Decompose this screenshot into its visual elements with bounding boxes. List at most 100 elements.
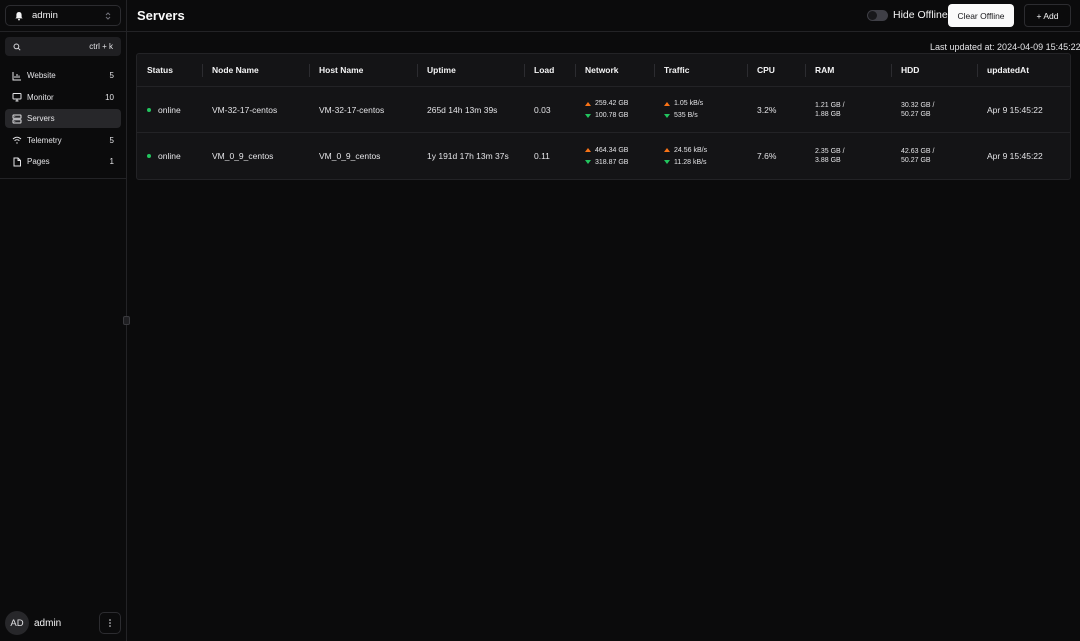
column-separator [202,64,203,77]
traffic-download: 11.28 kB/s [664,159,707,166]
uptime-cell: 265d 14h 13m 39s [427,104,498,115]
sidebar-item-count: 5 [109,71,114,80]
hdd-used: 30.32 GB / [901,101,935,109]
table-header-row: Status Node Name Host Name Uptime Load N… [137,54,1070,87]
traffic-download: 535 B/s [664,112,703,119]
more-options-button[interactable] [99,612,121,634]
ram-cell: 1.21 GB / 1.88 GB [815,87,845,132]
sidebar-item-label: Servers [27,114,55,123]
sidebar-item-count: 5 [109,135,114,145]
wifi-icon [12,136,22,144]
sidebar-nav: Website 5 Monitor 10 Servers Telemetry 5… [5,66,121,174]
hdd-cell: 30.32 GB / 50.27 GB [901,87,934,132]
cpu-cell: 7.6% [757,151,777,161]
sidebar-item-label: Telemetry [27,135,62,145]
network-cell: 464.34 GB 318.87 GB [585,133,628,179]
column-header-status[interactable]: Status [147,54,173,86]
column-separator [747,64,748,77]
column-header-uptime[interactable]: Uptime [427,54,456,86]
network-download: 318.87 GB [585,159,628,166]
sidebar-item-telemetry[interactable]: Telemetry 5 [5,131,121,150]
hdd-used: 42.63 GB / [901,148,935,155]
add-server-button[interactable]: + Add [1024,4,1071,27]
ram-total: 3.88 GB [815,157,841,164]
column-header-load[interactable]: Load [534,54,554,86]
column-header-ram[interactable]: RAM [815,54,834,86]
clear-offline-button[interactable]: Clear Offline [948,4,1014,27]
sidebar-item-count: 1 [109,157,114,166]
cpu-cell: 3.2% [757,104,777,115]
bell-icon [15,11,23,20]
node-name-cell: VM_0_9_centos [212,151,274,161]
page-title: Servers [137,8,185,23]
more-vertical-icon [109,619,111,627]
uptime-cell: 1y 191d 17h 13m 37s [427,151,509,161]
column-separator [524,64,525,77]
column-separator [654,64,655,77]
network-cell: 259.42 GB 100.78 GB [585,87,628,132]
status-cell: online [147,87,181,132]
table-row[interactable]: online VM-32-17-centos VM-32-17-centos 2… [137,87,1070,133]
ram-cell: 2.35 GB / 3.88 GB [815,133,845,179]
column-header-cpu[interactable]: CPU [757,54,775,86]
sidebar-item-label: Monitor [27,92,54,102]
servers-table: Status Node Name Host Name Uptime Load N… [136,53,1071,180]
server-icon [12,114,22,123]
column-header-traffic[interactable]: Traffic [664,54,690,86]
workspace-name: admin [32,10,58,21]
sidebar-resize-handle[interactable] [123,316,130,325]
column-header-hdd[interactable]: HDD [901,54,919,86]
file-icon [13,157,21,166]
status-text: online [158,151,181,161]
column-separator [309,64,310,77]
search-box[interactable]: ctrl + k [5,37,121,56]
sidebar-item-label: Pages [27,157,50,166]
sidebar: admin ctrl + k Website 5 Monitor 10 Serv… [0,0,127,641]
load-cell: 0.11 [534,151,550,161]
sidebar-item-website[interactable]: Website 5 [5,66,121,85]
header: Servers Hide Offline Clear Offline + Add [127,0,1080,32]
updated-at-cell: Apr 9 15:45:22 [987,104,1043,115]
search-shortcut: ctrl + k [89,42,113,51]
chart-icon [12,71,21,80]
column-header-network[interactable]: Network [585,54,619,86]
sidebar-item-pages[interactable]: Pages 1 [5,152,121,171]
workspace-switcher[interactable]: admin [5,5,121,26]
network-upload: 259.42 GB [585,100,628,107]
column-header-host-name[interactable]: Host Name [319,54,363,86]
hdd-cell: 42.63 GB / 50.27 GB [901,133,934,179]
status-text: online [158,104,181,115]
traffic-cell: 24.56 kB/s 11.28 kB/s [664,133,707,179]
sidebar-item-label: Website [27,71,56,80]
updated-at-cell: Apr 9 15:45:22 [987,151,1043,161]
sidebar-item-monitor[interactable]: Monitor 10 [5,88,121,107]
load-cell: 0.03 [534,104,551,115]
avatar[interactable]: AD [5,611,29,635]
column-separator [575,64,576,77]
sidebar-divider [0,178,126,179]
network-upload: 464.34 GB [585,147,628,154]
traffic-upload: 24.56 kB/s [664,147,707,154]
host-name-cell: VM_0_9_centos [319,151,381,161]
online-status-dot [147,107,151,112]
sidebar-divider [0,31,126,32]
hide-offline-label: Hide Offline [893,9,948,21]
table-row[interactable]: online VM_0_9_centos VM_0_9_centos 1y 19… [137,133,1070,179]
column-separator [977,64,978,77]
last-updated-text: Last updated at: 2024-04-09 15:45:22 [930,42,1080,52]
hide-offline-toggle[interactable] [867,10,888,21]
column-separator [417,64,418,77]
column-separator [805,64,806,77]
sidebar-item-count: 10 [105,92,114,102]
search-icon [13,43,21,51]
search-input[interactable] [27,41,87,52]
column-separator [891,64,892,77]
sidebar-item-servers[interactable]: Servers [5,109,121,128]
user-name: admin [34,617,62,629]
traffic-cell: 1.05 kB/s 535 B/s [664,87,703,132]
hdd-total: 50.27 GB [901,110,931,118]
status-cell: online [147,133,181,179]
column-header-updated-at[interactable]: updatedAt [987,54,1029,86]
toggle-knob [868,11,877,20]
column-header-node-name[interactable]: Node Name [212,54,259,86]
